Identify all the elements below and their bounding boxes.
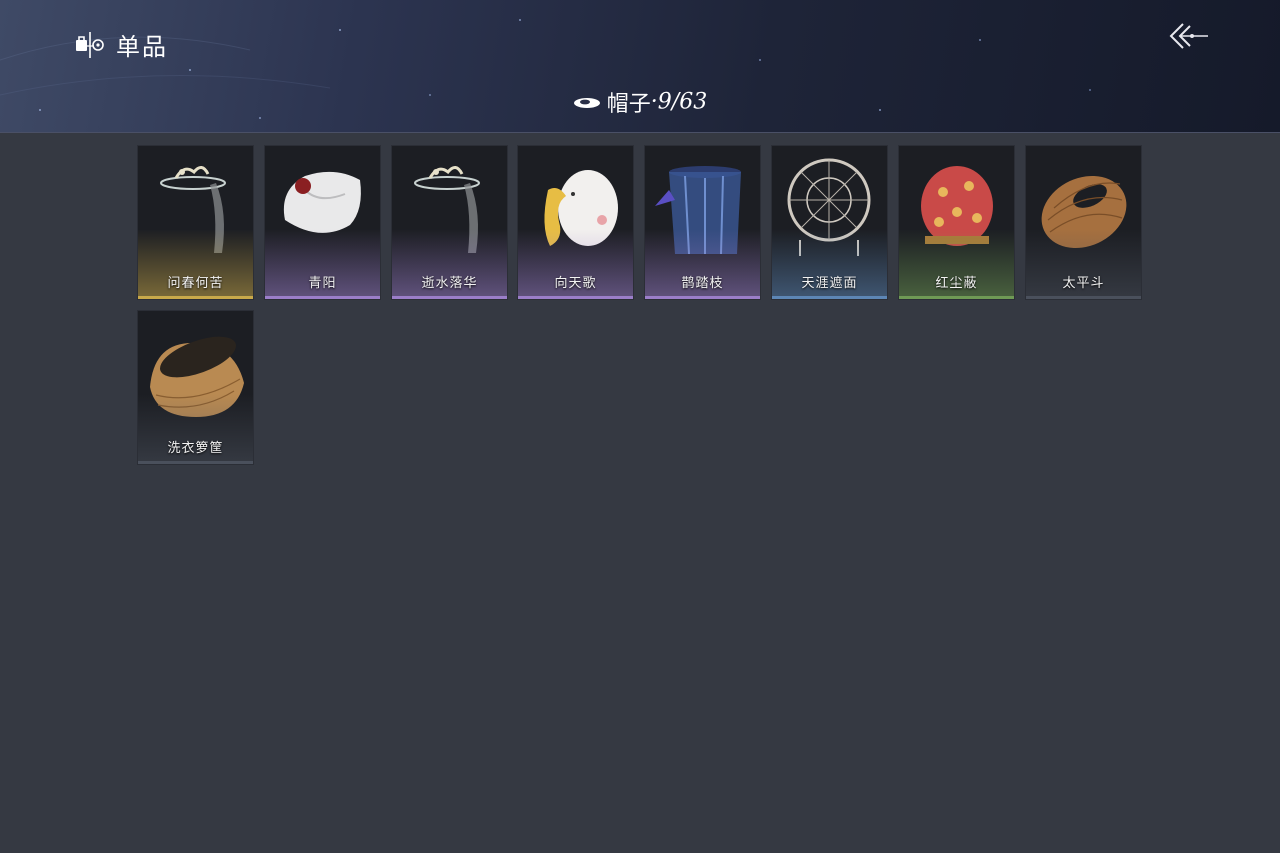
page-title: 单品 — [116, 33, 168, 61]
item-card[interactable]: 天涯遮面 — [771, 145, 888, 300]
item-card[interactable]: 向天歌 — [517, 145, 634, 300]
hat-icon — [573, 98, 600, 108]
item-card[interactable]: 青阳 — [264, 145, 381, 300]
item-name: 向天歌 — [554, 276, 597, 291]
item-name: 问春何苦 — [167, 276, 224, 291]
rarity-bar — [518, 296, 633, 299]
header: 单品 帽子·9/63 — [0, 0, 1280, 133]
item-card[interactable]: 红尘蔽 — [898, 145, 1015, 300]
back-arrow-icon — [1169, 23, 1208, 49]
item-card[interactable]: 洗衣箩筐 — [137, 310, 254, 465]
item-card[interactable]: 逝水落华 — [391, 145, 508, 300]
item-name: 逝水落华 — [421, 276, 478, 291]
rarity-bar — [772, 296, 887, 299]
item-name: 红尘蔽 — [935, 276, 978, 291]
item-name: 鹊踏枝 — [681, 276, 724, 291]
category-header: 帽子·9/63 — [0, 86, 1280, 118]
category-name: 帽子 — [606, 92, 651, 117]
rarity-bar — [1026, 296, 1141, 299]
category-count: ·9/63 — [650, 89, 708, 115]
item-card[interactable]: 问春何苦 — [137, 145, 254, 300]
rarity-bar — [899, 296, 1014, 299]
item-name: 天涯遮面 — [801, 276, 858, 291]
item-name: 青阳 — [308, 276, 337, 291]
item-card[interactable]: 太平斗 — [1025, 145, 1142, 300]
rarity-bar — [265, 296, 380, 299]
rarity-bar — [392, 296, 507, 299]
back-button[interactable] — [1166, 18, 1212, 54]
rarity-bar — [138, 296, 253, 299]
item-name: 太平斗 — [1062, 276, 1105, 291]
wardrobe-icon — [76, 31, 104, 58]
item-card[interactable]: 鹊踏枝 — [644, 145, 761, 300]
item-name: 洗衣箩筐 — [167, 441, 224, 456]
rarity-bar — [645, 296, 760, 299]
page-title-group: 单品 — [74, 27, 168, 62]
rarity-bar — [138, 461, 253, 464]
